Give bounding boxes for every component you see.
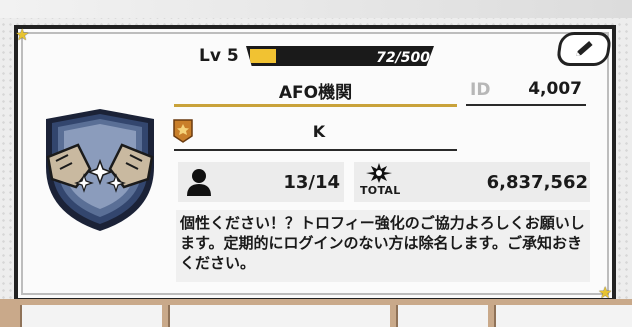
club-name: AFO機関 [278, 83, 353, 103]
bottom-segment [20, 305, 162, 327]
club-description: 個性ください！？トロフィー強化のご協力よろしくお願いします。定期的にログインのな… [180, 214, 585, 272]
bottom-segment [168, 305, 390, 327]
bottom-segment [494, 305, 632, 327]
corner-star-icon: ★ [15, 25, 30, 44]
leader-rank-icon [173, 119, 193, 143]
club-emblem-icon [46, 109, 154, 231]
trophy-burst-icon [366, 163, 392, 183]
total-trophies: 6,837,562 [486, 172, 588, 193]
bottom-strip [0, 299, 632, 327]
exp-text: 72/500 [376, 50, 430, 66]
top-strip [0, 0, 632, 18]
edit-button[interactable] [555, 32, 613, 66]
club-id: 4,007 [528, 79, 582, 99]
member-count: 13/14 [283, 172, 340, 193]
bottom-segment [396, 305, 488, 327]
divider [466, 104, 586, 106]
id-label: ID [470, 80, 491, 100]
total-label: TOTAL [360, 184, 401, 197]
exp-bar-fill [250, 49, 276, 63]
divider [174, 149, 457, 151]
person-icon [187, 169, 211, 196]
divider [174, 104, 457, 107]
pencil-icon [576, 41, 593, 56]
level-label: Lv 5 [199, 46, 239, 66]
leader-name: K [312, 122, 326, 141]
